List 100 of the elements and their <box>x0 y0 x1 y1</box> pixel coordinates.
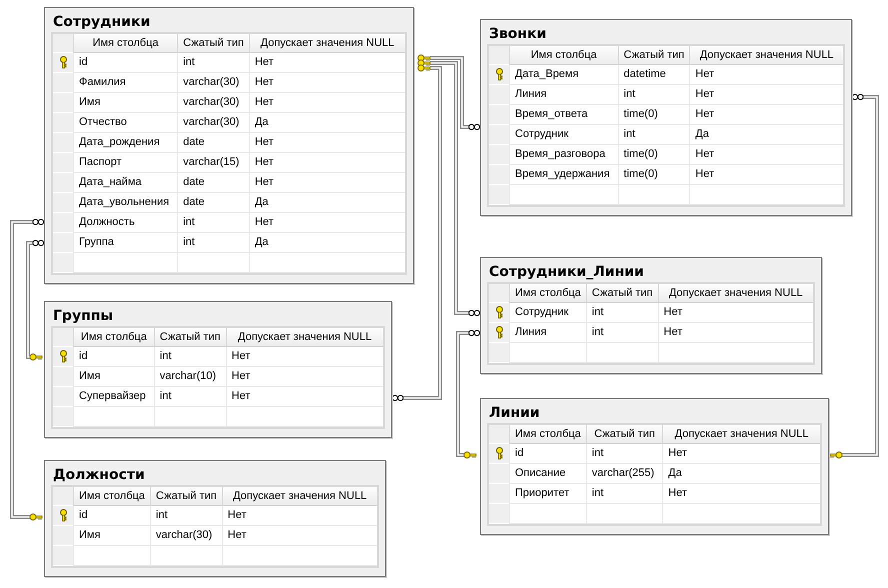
row-selector[interactable] <box>53 506 73 526</box>
table-cell: time(0) <box>618 165 690 185</box>
table-cell: Дата_Время <box>509 65 618 85</box>
table-cell: Линия <box>509 323 586 343</box>
column-header[interactable]: Имя столбца <box>509 284 586 303</box>
table-cell: Должность <box>73 213 178 233</box>
column-header[interactable]: Допускает значения NULL <box>662 425 820 444</box>
column-header[interactable]: Имя столбца <box>73 487 150 506</box>
table-cell: Время_ответа <box>509 105 618 125</box>
table-cell: Дата_найма <box>73 173 178 193</box>
table-cell: Нет <box>226 367 383 387</box>
table-cell: Паспорт <box>73 153 178 173</box>
table-cell: Да <box>689 125 843 145</box>
column-header[interactable]: Имя столбца <box>73 328 154 347</box>
table-cell: Нет <box>248 133 405 153</box>
table-panel[interactable] <box>44 7 414 284</box>
table-cell: int <box>177 233 249 253</box>
table-cell: varchar(30) <box>150 526 222 546</box>
table-title: Звонки <box>488 25 548 44</box>
column-header[interactable]: Имя столбца <box>509 46 618 65</box>
table-cell: varchar(10) <box>154 367 226 387</box>
column-header[interactable]: Имя столбца <box>509 425 586 444</box>
key-icon <box>494 306 504 319</box>
row-selector[interactable] <box>489 444 509 464</box>
table-cell: Группа <box>73 233 178 253</box>
column-header[interactable]: Допускает значения NULL <box>658 284 813 303</box>
column-header[interactable]: Сжатый тип <box>177 34 249 53</box>
table-cell: Сотрудник <box>509 303 586 323</box>
row-selector[interactable] <box>489 303 509 323</box>
table-cell: Нет <box>658 323 813 343</box>
column-header[interactable]: Сжатый тип <box>586 284 658 303</box>
table-panel[interactable]: Линии Имя столбца Сжатый тип Допускает значения NULL id int Нет Описание varchar(255) Да Приоритет int Нет <box>480 398 829 535</box>
table-cell: varchar(255) <box>586 464 662 484</box>
table-cell <box>154 407 226 427</box>
table-panel[interactable]: Сотрудники_Линии Имя столбца Сжатый тип Допускает значения NULL Сотрудник int Нет Линия int Нет <box>480 257 822 374</box>
table-panel[interactable]: Должности Имя столбца Сжатый тип Допускает значения NULL id int Нет Имя varchar(30) Нет <box>44 460 386 577</box>
table-title: Сотрудники_Линии <box>488 263 645 282</box>
table-cell: Нет <box>658 303 813 323</box>
table-cell: int <box>177 53 249 73</box>
table-cell: Приоритет <box>509 484 586 504</box>
table-cell: int <box>618 125 690 145</box>
table-cell: Да <box>248 233 405 253</box>
table-cell: int <box>586 484 662 504</box>
table-cell: Время_удержания <box>509 165 618 185</box>
table-cell: Нет <box>689 85 843 105</box>
column-header[interactable]: Допускает значения NULL <box>689 46 843 65</box>
table-cell: Нет <box>689 105 843 125</box>
table-cell: Нет <box>248 173 405 193</box>
table-cell: int <box>618 85 690 105</box>
table-cell: date <box>177 173 249 193</box>
table-cell: int <box>586 303 658 323</box>
key-icon <box>494 68 504 81</box>
table-cell: Время_разговора <box>509 145 618 165</box>
table-cell: int <box>177 213 249 233</box>
table-cell: datetime <box>618 65 690 85</box>
table-cell: Нет <box>248 213 405 233</box>
column-header[interactable]: Сжатый тип <box>586 425 662 444</box>
table-cell: date <box>177 193 249 213</box>
table-cell: Да <box>662 464 820 484</box>
column-header[interactable]: Допускает значения NULL <box>222 487 377 506</box>
table-title: Сотрудники <box>52 13 152 32</box>
key-icon <box>494 447 504 460</box>
table-panel[interactable]: Звонки Имя столбца Сжатый тип Допускает значения NULL Дата_Время datetime Нет Линия int Нет Время_ответа time(0) Нет Сотрудник int Да Время_разговора time(0) Нет Время_удержания time(0) Нет <box>480 19 852 216</box>
key-icon <box>58 350 68 363</box>
column-header[interactable]: Допускает значения NULL <box>226 328 383 347</box>
table-title: Должности <box>52 466 146 485</box>
table-cell: int <box>586 444 662 464</box>
column-header[interactable]: Сжатый тип <box>154 328 226 347</box>
table-title: Линии <box>488 404 541 423</box>
table-cell: Имя <box>73 526 150 546</box>
column-header[interactable]: Сжатый тип <box>618 46 690 65</box>
table-cell <box>618 185 690 205</box>
table-cell: varchar(30) <box>177 73 249 93</box>
column-header[interactable]: Имя столбца <box>73 34 178 53</box>
table-cell <box>177 253 249 273</box>
table-cell: time(0) <box>618 105 690 125</box>
table-cell: int <box>154 387 226 407</box>
table-cell: Фамилия <box>73 73 178 93</box>
table-cell: Отчество <box>73 113 178 133</box>
table-cell: Описание <box>509 464 586 484</box>
table-cell: Нет <box>248 153 405 173</box>
table-cell: Да <box>248 113 405 133</box>
table-cell: time(0) <box>618 145 690 165</box>
table-cell: Дата_увольнения <box>73 193 178 213</box>
column-header[interactable]: Допускает значения NULL <box>248 34 405 53</box>
table-cell: int <box>150 506 222 526</box>
row-selector[interactable] <box>53 347 73 367</box>
row-selector[interactable] <box>489 323 509 343</box>
row-selector[interactable] <box>489 65 509 85</box>
column-header[interactable]: Сжатый тип <box>150 487 222 506</box>
table-cell: Нет <box>226 387 383 407</box>
table-cell: varchar(30) <box>177 113 249 133</box>
key-icon <box>494 326 504 339</box>
row-selector[interactable] <box>53 53 73 73</box>
table-cell: Нет <box>222 506 377 526</box>
table-cell: id <box>509 444 586 464</box>
table-cell: Имя <box>73 93 178 113</box>
table-panel[interactable]: Группы Имя столбца Сжатый тип Допускает значения NULL id int Нет Имя varchar(10) Нет Супервайзер int Нет <box>44 301 392 438</box>
table-cell: Нет <box>248 73 405 93</box>
table-cell: varchar(15) <box>177 153 249 173</box>
